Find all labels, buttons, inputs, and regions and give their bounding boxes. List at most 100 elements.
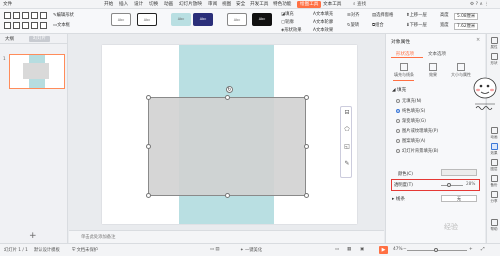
side-tool-help[interactable]: 帮助 xyxy=(488,219,500,232)
radio-no-fill[interactable]: 无填充(N) xyxy=(396,98,421,104)
style-gallery-item-3[interactable]: Abc xyxy=(171,13,191,26)
side-tool-shape[interactable]: 形状 xyxy=(488,53,500,66)
tab-slides[interactable]: 幻灯片 xyxy=(29,36,50,42)
tab-animation[interactable]: 动画 xyxy=(164,1,173,8)
slide-thumbnail[interactable] xyxy=(9,54,65,89)
add-slide-button[interactable]: + xyxy=(29,232,37,241)
select-pane-button[interactable]: ▤选择窗格 xyxy=(372,13,393,18)
group-button[interactable]: ⧉组合 xyxy=(372,23,384,28)
fill-section-header[interactable]: ◢ 填充 xyxy=(392,87,406,93)
resize-handle-bottom-right[interactable] xyxy=(304,193,309,198)
text-effect-button[interactable]: A文本效果 xyxy=(313,28,333,33)
align-button[interactable]: ☰对齐 xyxy=(347,13,359,18)
side-tool-share[interactable]: 分享 xyxy=(488,191,500,204)
selected-rectangle-shape[interactable] xyxy=(148,97,306,196)
text-fill-button[interactable]: A文本填充 xyxy=(313,12,333,17)
style-gallery-item-1[interactable]: Abc xyxy=(111,13,131,26)
resize-handle-top[interactable] xyxy=(225,95,230,100)
window-controls[interactable]: ⚙ ? ∧ ⋮ xyxy=(470,1,489,8)
rect-shape-icon[interactable] xyxy=(31,12,38,19)
tab-view[interactable]: 视图 xyxy=(222,1,231,8)
sorter-view-icon[interactable]: ▦ xyxy=(347,247,351,252)
radio-gradient-fill[interactable]: 渐变填充(G) xyxy=(396,118,426,124)
fill-button[interactable]: ◪填充 xyxy=(281,12,294,17)
zoom-in-button[interactable]: + xyxy=(469,247,473,252)
tab-insert[interactable]: 插入 xyxy=(119,1,128,8)
slide-canvas[interactable]: ↻ ⊟ ⬠ ◱ ✎ xyxy=(102,45,357,224)
close-icon[interactable]: × xyxy=(476,37,480,43)
bring-forward-button[interactable]: ⬆上移一层 xyxy=(406,13,427,18)
style-gallery-item-5[interactable]: Abc xyxy=(227,13,247,26)
notes-bar[interactable]: 单击此处添加备注 xyxy=(69,230,384,243)
callout-shape-icon[interactable] xyxy=(31,22,38,29)
zoom-level[interactable]: 47% xyxy=(393,247,403,252)
more-shapes-icon[interactable] xyxy=(40,22,47,29)
reading-view-icon[interactable]: ▣ xyxy=(360,247,364,252)
tab-drawing-tools[interactable]: 绘图工具 xyxy=(297,1,322,8)
tab-text-tools[interactable]: 文本工具 xyxy=(323,1,341,8)
side-tool-backup[interactable]: 备份 xyxy=(488,175,500,188)
color-picker[interactable] xyxy=(441,169,477,176)
side-tool-layer[interactable]: 图层 xyxy=(488,159,500,172)
pen-icon[interactable]: ✎ xyxy=(343,160,351,168)
arrow-shape-icon[interactable] xyxy=(13,12,20,19)
style-gallery-item-6[interactable]: Abc xyxy=(252,13,272,26)
curve-shape-icon[interactable] xyxy=(22,12,29,19)
star-shape-icon[interactable] xyxy=(22,22,29,29)
transparency-slider-knob[interactable] xyxy=(447,183,451,187)
tab-outline[interactable]: 大纲 xyxy=(5,36,14,42)
resize-handle-left[interactable] xyxy=(146,144,151,149)
subtab-size[interactable]: 大小与属性 xyxy=(450,63,472,78)
width-input[interactable]: 7.62厘米 xyxy=(454,23,479,30)
resize-handle-bottom[interactable] xyxy=(225,193,230,198)
zoom-slider-knob[interactable] xyxy=(434,248,438,252)
side-tool-animation[interactable]: 动画 xyxy=(488,127,500,140)
resize-handle-bottom-left[interactable] xyxy=(146,193,151,198)
beautify-button[interactable]: ✦ 一键美化 xyxy=(240,247,262,253)
style-gallery-item-4[interactable]: Abc xyxy=(193,13,213,26)
tab-text-options[interactable]: 文本选项 xyxy=(428,51,446,57)
line-section-header[interactable]: ▸ 线条 xyxy=(392,196,405,202)
resize-handle-top-left[interactable] xyxy=(146,95,151,100)
theme-name[interactable]: 默认设计模板 xyxy=(34,247,60,253)
transparency-slider[interactable] xyxy=(441,185,463,186)
document-protect-status[interactable]: ⛨ 文档未保护 xyxy=(72,247,98,253)
tab-slideshow[interactable]: 幻灯片放映 xyxy=(179,1,202,8)
side-tool-properties[interactable]: 属性 xyxy=(488,37,500,50)
normal-view-icon[interactable]: ▭ xyxy=(335,247,339,252)
search-box[interactable]: ⌕ 查找 xyxy=(353,1,366,8)
radio-picture-fill[interactable]: 图片或纹理填充(P) xyxy=(396,128,438,134)
tab-security[interactable]: 安全 xyxy=(236,1,245,8)
tab-review[interactable]: 审阅 xyxy=(208,1,217,8)
edit-shape-button[interactable]: ✎编辑形状 xyxy=(53,13,74,18)
tab-home[interactable]: 开始 xyxy=(104,1,113,8)
resize-handle-right[interactable] xyxy=(304,144,309,149)
round-rect-shape-icon[interactable] xyxy=(40,12,47,19)
rotate-handle-icon[interactable]: ↻ xyxy=(226,86,233,93)
layout-icon[interactable]: ⊟ xyxy=(343,109,351,117)
line-style-select[interactable]: 无 xyxy=(441,195,477,202)
subtab-effect[interactable]: 效果 xyxy=(422,63,444,78)
radio-background-fill[interactable]: 幻灯片背景填充(B) xyxy=(396,148,438,154)
tab-developer[interactable]: 开发工具 xyxy=(250,1,268,8)
fit-window-icon[interactable]: ⤢ xyxy=(481,247,484,252)
resize-handle-top-right[interactable] xyxy=(304,95,309,100)
tab-design[interactable]: 设计 xyxy=(134,1,143,8)
text-box-button[interactable]: ▭文本框 xyxy=(53,23,70,28)
crop-icon[interactable]: ◱ xyxy=(343,143,351,151)
menu-file[interactable]: 文件 xyxy=(3,1,12,8)
transparency-value-input[interactable]: 28% xyxy=(466,181,480,186)
oval-shape-icon[interactable] xyxy=(4,22,11,29)
outline-button[interactable]: ▢轮廓 xyxy=(281,20,294,25)
line-shape-icon[interactable] xyxy=(4,12,11,19)
radio-solid-fill[interactable]: 纯色填充(S) xyxy=(396,108,425,114)
shape-effect-button[interactable]: ◈形状效果 xyxy=(281,28,302,33)
tab-features[interactable]: 特色功能 xyxy=(273,1,291,8)
send-backward-button[interactable]: ⬇下移一层 xyxy=(406,23,427,28)
shape-style-icon[interactable]: ⬠ xyxy=(343,126,351,134)
triangle-shape-icon[interactable] xyxy=(13,22,20,29)
view-mode-icons[interactable]: ▭ ▤ xyxy=(210,247,220,252)
rotate-button[interactable]: ↻旋转 xyxy=(347,23,359,28)
side-tool-effect[interactable]: 效果 xyxy=(488,143,500,156)
subtab-fill-line[interactable]: 填充与线条 xyxy=(393,63,415,78)
